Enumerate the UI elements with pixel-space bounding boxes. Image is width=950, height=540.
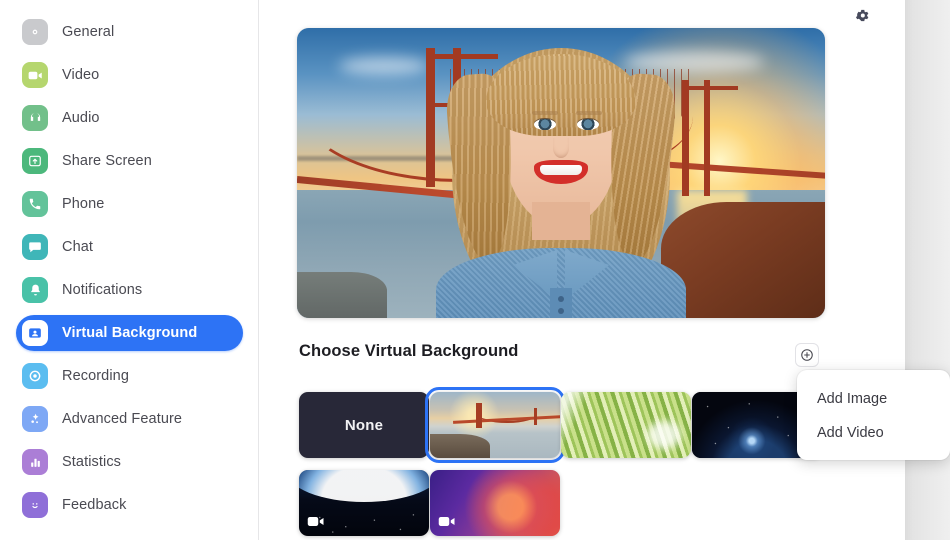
sidebar-item-label: Feedback bbox=[62, 497, 127, 513]
sidebar-item-audio[interactable]: Audio bbox=[16, 100, 243, 136]
headphones-icon bbox=[22, 105, 48, 131]
bar-chart-icon bbox=[22, 449, 48, 475]
settings-sidebar: General Video Audio Share Screen Phone C… bbox=[0, 0, 259, 540]
sidebar-item-video[interactable]: Video bbox=[16, 57, 243, 93]
thumbnail-detail bbox=[475, 402, 479, 428]
video-camera-icon bbox=[438, 515, 456, 528]
sidebar-item-label: Chat bbox=[62, 239, 94, 255]
menu-item-add-video[interactable]: Add Video bbox=[797, 416, 950, 450]
thumbnail-detail bbox=[430, 434, 490, 458]
sidebar-item-virtual-background[interactable]: Virtual Background bbox=[16, 315, 243, 351]
page-title: Choose Virtual Background bbox=[299, 342, 519, 360]
preview-person bbox=[297, 28, 825, 318]
background-thumbnail-aurora[interactable] bbox=[430, 470, 560, 536]
bell-icon bbox=[22, 277, 48, 303]
thumbnail-label: None bbox=[344, 416, 384, 434]
phone-icon bbox=[22, 191, 48, 217]
background-thumbnail-grass[interactable] bbox=[561, 392, 691, 458]
sidebar-item-label: Phone bbox=[62, 196, 105, 212]
gear-icon[interactable] bbox=[851, 4, 873, 26]
video-camera-icon bbox=[22, 62, 48, 88]
sidebar-item-chat[interactable]: Chat bbox=[16, 229, 243, 265]
sidebar-nav-list: General Video Audio Share Screen Phone C… bbox=[0, 14, 258, 530]
menu-item-add-image[interactable]: Add Image bbox=[797, 382, 950, 416]
sidebar-item-notifications[interactable]: Notifications bbox=[16, 272, 243, 308]
sidebar-item-label: Statistics bbox=[62, 454, 122, 470]
record-circle-icon bbox=[22, 363, 48, 389]
sidebar-item-label: Audio bbox=[62, 110, 100, 126]
sidebar-item-label: Virtual Background bbox=[62, 325, 198, 341]
eyebrow-right bbox=[575, 110, 602, 115]
neck bbox=[532, 202, 590, 240]
thumbnail-detail bbox=[534, 407, 537, 425]
video-preview bbox=[297, 28, 825, 318]
thumbnail-detail bbox=[479, 402, 483, 428]
background-thumbnail-earth[interactable] bbox=[299, 470, 429, 536]
settings-window: General Video Audio Share Screen Phone C… bbox=[0, 0, 950, 540]
add-background-menu: Add Image Add Video bbox=[797, 370, 950, 460]
video-camera-icon bbox=[307, 515, 325, 528]
person-card-icon bbox=[22, 320, 48, 346]
sidebar-item-statistics[interactable]: Statistics bbox=[16, 444, 243, 480]
sidebar-item-label: Share Screen bbox=[62, 153, 152, 169]
sidebar-item-general[interactable]: General bbox=[16, 14, 243, 50]
sparkle-icon bbox=[22, 406, 48, 432]
plus-circle-icon bbox=[801, 349, 813, 361]
sidebar-item-label: Video bbox=[62, 67, 100, 83]
sidebar-item-feedback[interactable]: Feedback bbox=[16, 487, 243, 523]
sidebar-item-label: Notifications bbox=[62, 282, 143, 298]
teeth bbox=[540, 165, 582, 176]
sidebar-item-advanced-feature[interactable]: Advanced Feature bbox=[16, 401, 243, 437]
sidebar-item-label: Recording bbox=[62, 368, 129, 384]
background-thumbnail-bridge[interactable] bbox=[425, 387, 565, 463]
sidebar-item-share-screen[interactable]: Share Screen bbox=[16, 143, 243, 179]
chat-bubble-icon bbox=[22, 234, 48, 260]
add-background-button[interactable] bbox=[795, 343, 819, 367]
eyebrow-left bbox=[531, 110, 558, 115]
thumbnail-detail bbox=[646, 420, 681, 449]
sidebar-item-phone[interactable]: Phone bbox=[16, 186, 243, 222]
background-thumbnail-none[interactable]: None bbox=[299, 392, 429, 458]
gear-icon bbox=[22, 19, 48, 45]
sidebar-item-label: Advanced Feature bbox=[62, 411, 183, 427]
smiley-face-icon bbox=[22, 492, 48, 518]
sidebar-item-label: General bbox=[62, 24, 115, 40]
share-screen-icon bbox=[22, 148, 48, 174]
shirt-placket bbox=[550, 288, 572, 318]
sidebar-item-recording[interactable]: Recording bbox=[16, 358, 243, 394]
